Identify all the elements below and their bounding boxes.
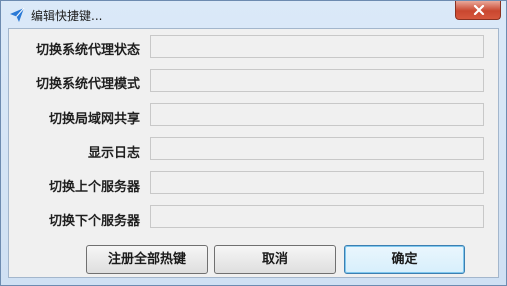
window-title: 编辑快捷键...: [31, 9, 103, 23]
dialog-content: 切换系统代理状态 切换系统代理模式 切换局域网共享 显示日志 切换上个服务器 切…: [8, 28, 499, 278]
row-label-next-server: 切换下个服务器: [48, 214, 140, 229]
hotkey-field-toggle-proxy-state[interactable]: [150, 35, 484, 58]
hotkey-field-toggle-proxy-mode[interactable]: [150, 69, 484, 92]
row-label-show-log: 显示日志: [87, 146, 140, 161]
close-button[interactable]: [455, 1, 501, 20]
hotkey-field-toggle-lan-share[interactable]: [150, 103, 484, 126]
row-label-previous-server: 切换上个服务器: [48, 180, 140, 195]
paper-plane-icon: [9, 7, 25, 23]
row-label-toggle-lan-share: 切换局域网共享: [48, 112, 140, 127]
dialog-window: 编辑快捷键... 切换系统代理状态 切换系统代理模式 切换局域网共享 显示日志 …: [0, 0, 507, 286]
row-label-toggle-proxy-mode: 切换系统代理模式: [35, 77, 140, 92]
cancel-button[interactable]: 取消: [214, 245, 336, 274]
hotkey-field-show-log[interactable]: [150, 137, 484, 160]
title-bar[interactable]: 编辑快捷键...: [1, 1, 506, 29]
ok-button[interactable]: 确定: [344, 245, 465, 274]
close-icon: [473, 5, 485, 15]
register-all-hotkeys-button[interactable]: 注册全部热键: [86, 245, 208, 274]
hotkey-field-next-server[interactable]: [150, 205, 484, 228]
row-label-toggle-proxy-state: 切换系统代理状态: [35, 43, 140, 58]
hotkey-field-previous-server[interactable]: [150, 171, 484, 194]
